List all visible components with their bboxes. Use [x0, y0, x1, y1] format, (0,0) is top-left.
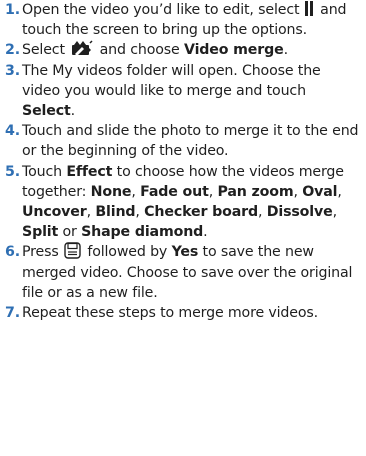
- step-3: 3. The My videos folder will open. Choos…: [5, 61, 360, 122]
- effect-shape-diamond: Shape diamond: [81, 224, 204, 241]
- punctuation: .: [283, 42, 289, 59]
- step-number: 2.: [5, 42, 20, 59]
- steps-list: 1. Open the video you’d like to edit, se…: [5, 0, 360, 323]
- step-number: 6.: [5, 244, 20, 261]
- step-2: 2. Select and choose Video merge.: [5, 40, 360, 60]
- save-icon: [64, 242, 81, 260]
- step-text: Repeat these steps to merge more videos.: [22, 305, 318, 322]
- step-text: followed by: [87, 244, 168, 261]
- separator: ,: [208, 183, 214, 200]
- step-number: 7.: [5, 305, 20, 322]
- step-text: and choose: [99, 42, 180, 59]
- step-1: 1. Open the video you’d like to edit, se…: [5, 0, 360, 40]
- step-text: Select: [22, 42, 65, 59]
- step-number: 3.: [5, 62, 20, 79]
- option-yes: Yes: [171, 244, 199, 261]
- punctuation: .: [203, 224, 208, 241]
- step-text: or: [62, 224, 77, 241]
- step-7: 7. Repeat these steps to merge more vide…: [5, 303, 360, 323]
- instruction-document: 1. Open the video you’d like to edit, se…: [0, 0, 366, 456]
- effect-fade-out: Fade out: [140, 183, 209, 200]
- step-number: 4.: [5, 123, 20, 140]
- step-text: Touch: [22, 163, 62, 180]
- separator: ,: [131, 183, 136, 200]
- separator: ,: [86, 204, 92, 221]
- separator: ,: [258, 204, 263, 221]
- step-number: 5.: [5, 163, 20, 180]
- option-select: Select: [22, 103, 71, 120]
- option-video-merge: Video merge: [183, 42, 284, 59]
- step-4: 4. Touch and slide the photo to merge it…: [5, 121, 360, 161]
- option-effect: Effect: [66, 163, 113, 180]
- punctuation: .: [70, 103, 76, 120]
- effect-split: Split: [22, 224, 59, 241]
- effect-pan-zoom: Pan zoom: [217, 183, 294, 200]
- effect-none: None: [90, 183, 132, 200]
- effect-uncover: Uncover: [22, 204, 87, 221]
- step-text: The My videos folder will open. Choose t…: [22, 62, 321, 99]
- pause-icon: [304, 1, 314, 16]
- step-text: Touch and slide the photo to merge it to…: [22, 123, 359, 160]
- effect-checker-board: Checker board: [144, 204, 258, 221]
- step-6: 6. Press followed by Yes to save the new…: [5, 242, 360, 303]
- step-text: Press: [22, 244, 59, 261]
- step-5: 5. Touch Effect to choose how the videos…: [5, 162, 360, 243]
- effect-oval: Oval: [302, 183, 338, 200]
- effect-dissolve: Dissolve: [266, 204, 333, 221]
- separator: ,: [332, 204, 338, 221]
- step-number: 1.: [5, 2, 20, 18]
- step-text: Open the video you’d like to edit, selec…: [22, 2, 300, 18]
- effect-blind: Blind: [95, 204, 136, 221]
- separator: ,: [293, 183, 298, 200]
- separator: ,: [337, 183, 342, 200]
- edit-video-icon: [71, 40, 93, 57]
- separator: ,: [135, 204, 140, 221]
